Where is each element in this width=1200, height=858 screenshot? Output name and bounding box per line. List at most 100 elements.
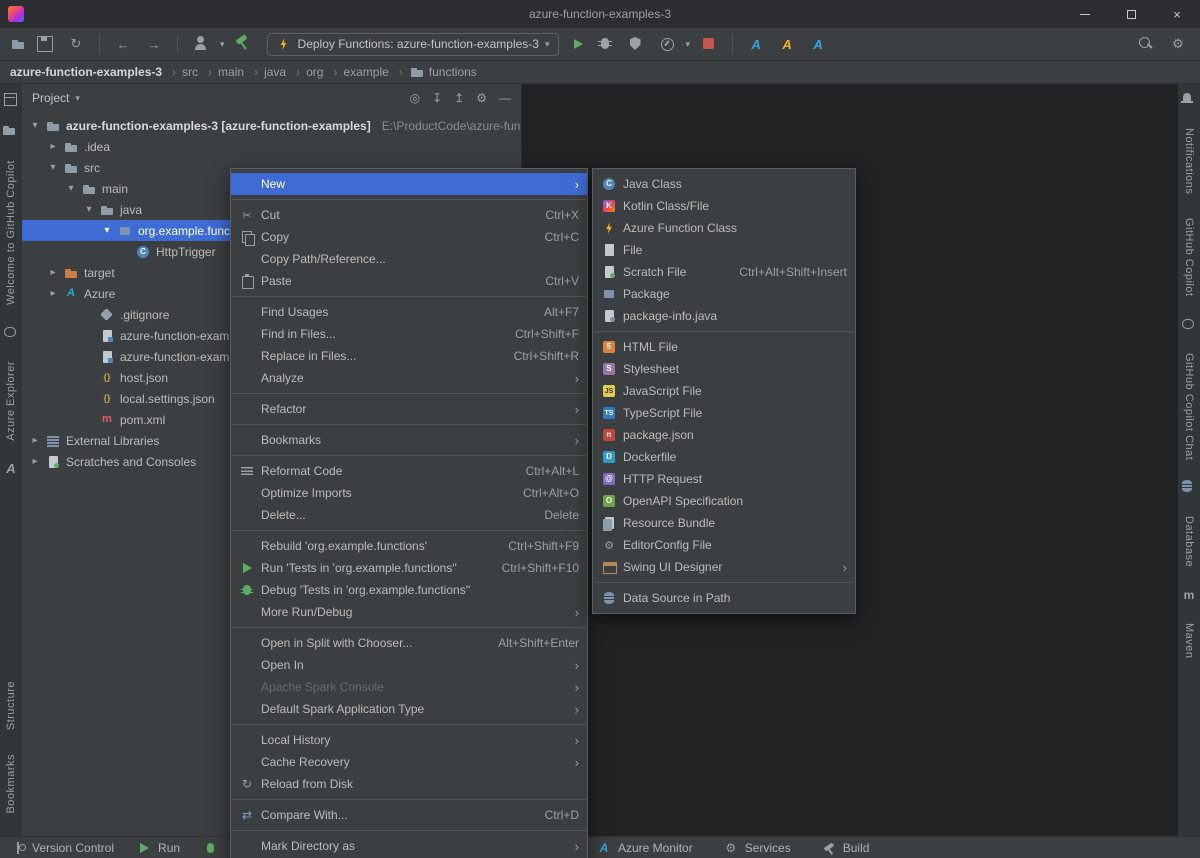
menubar-item[interactable]	[144, 0, 160, 28]
tool-button-database[interactable]: Database	[1183, 516, 1195, 567]
copilot-chat-icon[interactable]	[1179, 315, 1199, 335]
breadcrumb-item[interactable]: main ›	[218, 65, 264, 79]
menu-item[interactable]: TypeScript File ›	[593, 402, 855, 424]
copilot-icon[interactable]	[1, 323, 21, 343]
project-panel-title[interactable]: Project	[32, 91, 69, 105]
menu-item[interactable]: Paste Ctrl+V ›	[231, 270, 587, 292]
menu-item[interactable]: Cut Ctrl+X ›	[231, 204, 587, 226]
tree-row[interactable]: azure-function-examples-3 [azure-functio…	[22, 115, 521, 136]
menu-item[interactable]: Delete... Delete ›	[231, 504, 587, 526]
minimize-button[interactable]	[1062, 0, 1108, 28]
menu-item[interactable]: Scratch File Ctrl+Alt+Shift+Insert ›	[593, 261, 855, 283]
menubar-item[interactable]	[80, 0, 96, 28]
menu-item[interactable]: Java Class ›	[593, 173, 855, 195]
tool-button-welcome-copilot[interactable]: Welcome to GitHub Copilot	[5, 160, 17, 305]
menu-item[interactable]: Debug 'Tests in 'org.example.functions''…	[231, 579, 587, 601]
tool-button-azure-monitor[interactable]: Azure Monitor	[596, 840, 693, 856]
azure-storage-icon[interactable]: A	[806, 32, 830, 56]
menu-item[interactable]: Open In ›	[231, 654, 587, 676]
menu-item[interactable]: Azure Function Class ›	[593, 217, 855, 239]
menu-item[interactable]: Rebuild 'org.example.functions' Ctrl+Shi…	[231, 535, 587, 557]
close-button[interactable]: ×	[1154, 0, 1200, 28]
menu-item[interactable]: Default Spark Application Type ›	[231, 698, 587, 720]
tool-button-azure-explorer[interactable]: Azure Explorer	[5, 361, 17, 441]
run-icon[interactable]	[570, 36, 586, 52]
menu-item[interactable]: Find Usages Alt+F7 ›	[231, 301, 587, 323]
breadcrumb-item[interactable]: java ›	[264, 65, 306, 79]
menu-item[interactable]: Stylesheet ›	[593, 358, 855, 380]
tool-button-maven[interactable]: Maven	[1183, 623, 1195, 659]
locate-file-icon[interactable]: ◎	[410, 91, 420, 105]
menu-item[interactable]: HTML File ›	[593, 336, 855, 358]
database-icon[interactable]	[1179, 478, 1199, 498]
azure-icon[interactable]: A	[1, 459, 21, 479]
menu-item[interactable]: Data Source in Path ›	[593, 587, 855, 609]
menubar-item[interactable]	[160, 0, 176, 28]
menu-item[interactable]: New ›	[231, 173, 587, 195]
menubar-item[interactable]	[32, 0, 48, 28]
tree-chevron-icon[interactable]	[28, 456, 42, 467]
menu-item[interactable]: Bookmarks ›	[231, 429, 587, 451]
menu-item[interactable]: Swing UI Designer ›	[593, 556, 855, 578]
breadcrumb-item[interactable]: org ›	[306, 65, 343, 79]
panel-settings-icon[interactable]: ⚙	[476, 91, 487, 105]
tool-button-run[interactable]: Run	[136, 840, 180, 856]
menu-item[interactable]: Package ›	[593, 283, 855, 305]
menu-item[interactable]: Refactor ›	[231, 398, 587, 420]
build-hammer-icon[interactable]	[232, 32, 256, 56]
menubar-item[interactable]	[176, 0, 192, 28]
maximize-button[interactable]	[1108, 0, 1154, 28]
tree-chevron-icon[interactable]	[100, 225, 114, 236]
back-icon[interactable]: ←	[111, 32, 135, 56]
settings-gear-icon[interactable]: ⚙	[1166, 32, 1190, 56]
breadcrumb-item[interactable]: example ›	[343, 65, 408, 79]
tool-button-github-copilot[interactable]: GitHub Copilot	[1183, 218, 1195, 297]
menu-item[interactable]: Replace in Files... Ctrl+Shift+R ›	[231, 345, 587, 367]
debug-icon[interactable]	[593, 32, 617, 56]
menu-item[interactable]: More Run/Debug ›	[231, 601, 587, 623]
breadcrumb-item[interactable]: src ›	[182, 65, 218, 79]
profiler-icon[interactable]	[655, 32, 679, 56]
menu-item[interactable]: JavaScript File ›	[593, 380, 855, 402]
notifications-bell-icon[interactable]	[1179, 90, 1199, 110]
search-icon[interactable]	[1134, 32, 1158, 56]
tree-chevron-icon[interactable]	[46, 288, 60, 299]
menu-item[interactable]: Apache Spark Console ›	[231, 676, 587, 698]
menu-item[interactable]: package.json ›	[593, 424, 855, 446]
sync-icon[interactable]: ↻	[64, 32, 88, 56]
tool-button-services[interactable]: Services	[723, 840, 791, 856]
run-config-select[interactable]: Deploy Functions: azure-function-example…	[267, 33, 559, 56]
commit-tool-icon[interactable]	[1, 122, 21, 142]
menu-item[interactable]: Run 'Tests in 'org.example.functions'' C…	[231, 557, 587, 579]
menu-item[interactable]: Dockerfile ›	[593, 446, 855, 468]
tool-button-build[interactable]: Build	[821, 840, 870, 856]
menu-item[interactable]: Find in Files... Ctrl+Shift+F ›	[231, 323, 587, 345]
azure-functions-run-icon[interactable]: A	[775, 32, 799, 56]
azure-deploy-icon[interactable]: A	[744, 32, 768, 56]
menubar-item[interactable]	[192, 0, 208, 28]
project-tool-icon[interactable]	[1, 90, 21, 110]
menu-item[interactable]: package-info.java ›	[593, 305, 855, 327]
open-icon[interactable]	[10, 36, 26, 52]
breadcrumb-item[interactable]: functions ›	[409, 64, 477, 80]
menubar-item[interactable]	[208, 0, 224, 28]
tree-chevron-icon[interactable]	[28, 435, 42, 446]
stop-icon[interactable]	[697, 32, 721, 56]
menu-item[interactable]: Copy Path/Reference... ›	[231, 248, 587, 270]
menu-item[interactable]: Cache Recovery ›	[231, 751, 587, 773]
menu-item[interactable]: Optimize Imports Ctrl+Alt+O ›	[231, 482, 587, 504]
menu-item[interactable]: Reformat Code Ctrl+Alt+L ›	[231, 460, 587, 482]
menu-item[interactable]: Copy Ctrl+C ›	[231, 226, 587, 248]
tree-chevron-icon[interactable]	[82, 204, 96, 215]
menu-item[interactable]: Open in Split with Chooser... Alt+Shift+…	[231, 632, 587, 654]
tree-chevron-icon[interactable]	[46, 267, 60, 278]
tool-button-copilot-chat[interactable]: GitHub Copilot Chat	[1183, 353, 1195, 460]
tool-button-structure[interactable]: Structure	[5, 681, 17, 730]
tree-chevron-icon[interactable]	[28, 120, 42, 131]
menu-item[interactable]: File ›	[593, 239, 855, 261]
menu-item[interactable]: Kotlin Class/File ›	[593, 195, 855, 217]
chevron-down-icon[interactable]: ▾	[75, 93, 80, 104]
tool-button-notifications[interactable]: Notifications	[1183, 128, 1195, 194]
menu-item[interactable]: Reload from Disk ›	[231, 773, 587, 795]
hide-panel-icon[interactable]: —	[499, 91, 511, 105]
